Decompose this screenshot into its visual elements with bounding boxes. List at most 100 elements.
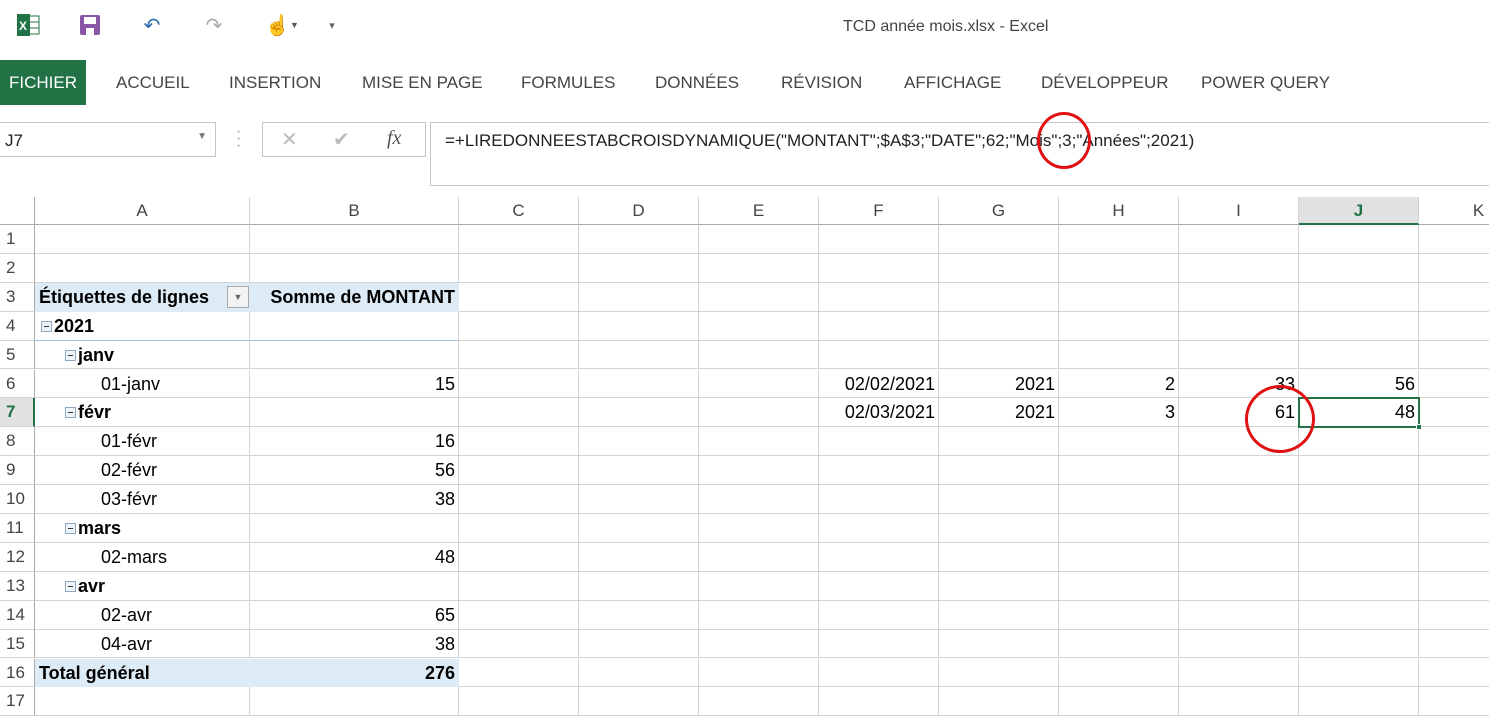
cell[interactable] bbox=[1299, 600, 1419, 630]
cell[interactable] bbox=[699, 600, 819, 630]
cell[interactable] bbox=[459, 571, 579, 601]
collapse-icon[interactable] bbox=[41, 320, 52, 332]
tab-affichage[interactable]: AFFICHAGE bbox=[895, 60, 1010, 105]
cell[interactable] bbox=[699, 253, 819, 283]
cell[interactable] bbox=[1419, 456, 1489, 486]
cell[interactable] bbox=[939, 253, 1059, 283]
cell-H6[interactable]: 2 bbox=[1059, 370, 1179, 399]
column-header-E[interactable]: E bbox=[699, 197, 819, 225]
cell[interactable] bbox=[1059, 253, 1179, 283]
cell[interactable] bbox=[699, 225, 819, 254]
tab-power-query[interactable]: POWER QUERY bbox=[1192, 60, 1339, 105]
cell[interactable] bbox=[819, 427, 939, 457]
cell[interactable] bbox=[699, 340, 819, 370]
cell[interactable] bbox=[459, 282, 579, 312]
cell[interactable] bbox=[939, 687, 1059, 717]
cell[interactable] bbox=[1419, 485, 1489, 514]
splitter-handle[interactable]: · · · bbox=[236, 124, 241, 154]
cell[interactable] bbox=[1419, 341, 1489, 370]
cell-G7[interactable]: 2021 bbox=[939, 398, 1059, 427]
chevron-down-icon[interactable]: ▼ bbox=[197, 131, 207, 142]
cell[interactable] bbox=[819, 542, 939, 572]
tab-insertion[interactable]: INSERTION bbox=[220, 60, 330, 105]
cell[interactable] bbox=[1299, 225, 1419, 254]
tab-données[interactable]: DONNÉES bbox=[646, 60, 748, 105]
cell[interactable] bbox=[699, 658, 819, 688]
cell[interactable] bbox=[939, 514, 1059, 543]
cell[interactable] bbox=[939, 427, 1059, 457]
cell[interactable] bbox=[250, 687, 459, 717]
collapse-icon[interactable] bbox=[65, 407, 76, 419]
cell[interactable] bbox=[579, 225, 699, 254]
cell[interactable] bbox=[1299, 687, 1419, 717]
cell[interactable] bbox=[579, 658, 699, 688]
cell[interactable] bbox=[939, 311, 1059, 341]
cell[interactable] bbox=[699, 629, 819, 659]
row-header-11[interactable]: 11 bbox=[0, 514, 35, 543]
row-header-4[interactable]: 4 bbox=[0, 311, 35, 341]
collapse-icon[interactable] bbox=[65, 523, 76, 534]
cell[interactable] bbox=[1299, 456, 1419, 486]
cell[interactable] bbox=[459, 311, 579, 341]
collapse-icon[interactable] bbox=[65, 349, 76, 361]
cell-H7[interactable]: 3 bbox=[1059, 398, 1179, 427]
pivot-row-label[interactable]: 01-janv bbox=[97, 370, 164, 399]
cell[interactable] bbox=[459, 253, 579, 283]
tab-formules[interactable]: FORMULES bbox=[512, 60, 624, 105]
row-header-5[interactable]: 5 bbox=[0, 340, 35, 370]
cell[interactable] bbox=[1299, 571, 1419, 601]
cell[interactable] bbox=[1299, 514, 1419, 543]
cell[interactable] bbox=[699, 687, 819, 717]
cell[interactable] bbox=[250, 514, 459, 543]
cell[interactable] bbox=[1059, 485, 1179, 514]
enter-icon[interactable]: ✔ bbox=[333, 127, 350, 152]
cell[interactable] bbox=[1059, 282, 1179, 312]
cell[interactable] bbox=[1059, 225, 1179, 254]
fill-handle[interactable] bbox=[1416, 424, 1422, 431]
cell[interactable] bbox=[1299, 629, 1419, 659]
cell[interactable] bbox=[699, 427, 819, 457]
cell[interactable] bbox=[1179, 514, 1299, 543]
column-header-A[interactable]: A bbox=[35, 197, 250, 225]
cell[interactable] bbox=[699, 282, 819, 312]
redo-icon[interactable]: ↷ bbox=[202, 12, 226, 38]
cell[interactable] bbox=[1419, 630, 1489, 659]
cell[interactable] bbox=[819, 225, 939, 254]
row-header-2[interactable]: 2 bbox=[0, 253, 35, 283]
cell[interactable] bbox=[1059, 629, 1179, 659]
cell[interactable] bbox=[459, 485, 579, 514]
cell[interactable] bbox=[1059, 542, 1179, 572]
column-header-K[interactable]: K bbox=[1419, 197, 1489, 225]
cell[interactable] bbox=[1419, 254, 1489, 283]
cell[interactable] bbox=[819, 514, 939, 543]
cell[interactable] bbox=[250, 398, 459, 428]
cell[interactable] bbox=[1059, 456, 1179, 486]
cell[interactable] bbox=[579, 398, 699, 428]
column-header-B[interactable]: B bbox=[250, 197, 459, 225]
selected-cell-J7[interactable] bbox=[1298, 397, 1420, 429]
row-header-3[interactable]: 3 bbox=[0, 282, 35, 312]
cell[interactable] bbox=[1059, 340, 1179, 370]
cell[interactable] bbox=[250, 253, 459, 283]
cell[interactable] bbox=[459, 225, 579, 254]
cancel-icon[interactable]: ✕ bbox=[281, 127, 298, 152]
cell[interactable] bbox=[939, 600, 1059, 630]
row-header-17[interactable]: 17 bbox=[0, 687, 35, 717]
column-header-D[interactable]: D bbox=[579, 197, 699, 225]
pivot-row-label[interactable]: 02-avr bbox=[97, 601, 156, 630]
cell[interactable] bbox=[1299, 658, 1419, 688]
cell[interactable] bbox=[1059, 427, 1179, 457]
pivot-row-label[interactable]: 04-avr bbox=[97, 630, 156, 659]
cell[interactable] bbox=[1179, 658, 1299, 688]
row-header-8[interactable]: 8 bbox=[0, 427, 35, 457]
cell-J6[interactable]: 56 bbox=[1299, 370, 1419, 399]
cell[interactable] bbox=[1059, 687, 1179, 717]
cell[interactable] bbox=[699, 514, 819, 543]
cell[interactable] bbox=[939, 225, 1059, 254]
cell[interactable] bbox=[459, 542, 579, 572]
cell[interactable] bbox=[1299, 253, 1419, 283]
cell[interactable] bbox=[579, 629, 699, 659]
cell[interactable] bbox=[459, 687, 579, 717]
cell[interactable] bbox=[459, 514, 579, 543]
tab-fichier[interactable]: FICHIER bbox=[0, 60, 86, 105]
